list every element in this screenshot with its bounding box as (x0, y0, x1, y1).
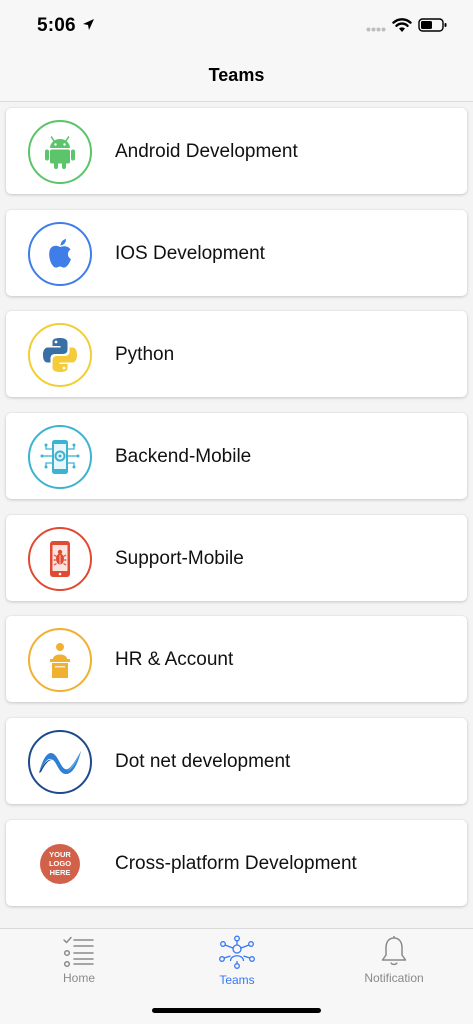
team-name: Cross-platform Development (115, 852, 357, 874)
logo-text-line-1: YOUR (49, 850, 71, 859)
logo-text-line-3: HERE (50, 868, 71, 877)
logo-placeholder-icon: YOUR LOGO HERE (28, 831, 92, 896)
team-item-backend-mobile[interactable]: Backend-Mobile (6, 413, 467, 500)
navigation-bar: Teams (0, 50, 473, 102)
team-item-hr-account[interactable]: HR & Account (6, 616, 467, 703)
team-item-support-mobile[interactable]: Support-Mobile (6, 514, 467, 601)
mobile-bug-icon (28, 526, 92, 591)
team-list: Android Development IOS Development Pyth… (6, 108, 467, 922)
status-bar: 5:06 (0, 0, 473, 50)
team-item-python[interactable]: Python (6, 311, 467, 398)
dotnet-icon (28, 730, 92, 795)
tab-teams[interactable]: Teams (187, 935, 287, 989)
location-arrow-icon (83, 19, 94, 30)
team-name: Python (115, 344, 175, 366)
team-name: Backend-Mobile (115, 446, 252, 468)
mobile-gear-icon (28, 425, 92, 490)
battery-icon (418, 18, 447, 32)
tab-label-notification: Notification (364, 971, 424, 985)
tab-label-teams: Teams (219, 973, 255, 987)
apple-icon (28, 221, 92, 286)
wifi-icon (392, 18, 412, 32)
team-name: Support-Mobile (115, 547, 244, 569)
team-item-android[interactable]: Android Development (6, 108, 467, 194)
bell-icon (381, 936, 407, 966)
page-title: Teams (208, 65, 265, 85)
team-name: HR & Account (115, 649, 234, 671)
logo-text-line-2: LOGO (49, 859, 71, 868)
tab-label-home: Home (62, 971, 95, 985)
home-indicator (152, 1008, 321, 1013)
status-time: 5:06 (37, 15, 76, 36)
team-name: Android Development (115, 141, 298, 162)
python-icon (28, 323, 92, 388)
android-icon (28, 120, 92, 184)
team-item-ios[interactable]: IOS Development (6, 209, 467, 296)
team-network-icon (219, 935, 255, 969)
team-name: IOS Development (115, 242, 265, 264)
checklist-icon (63, 936, 94, 967)
tab-home[interactable]: Home (29, 935, 129, 989)
speaker-podium-icon (28, 628, 92, 693)
team-item-dotnet[interactable]: Dot net development (6, 718, 467, 805)
tab-notification[interactable]: Notification (344, 935, 444, 989)
team-item-cross-platform[interactable]: YOUR LOGO HERE Cross-platform Developmen… (6, 819, 467, 906)
team-name: Dot net development (115, 751, 291, 773)
cellular-signal-icon (366, 27, 386, 32)
